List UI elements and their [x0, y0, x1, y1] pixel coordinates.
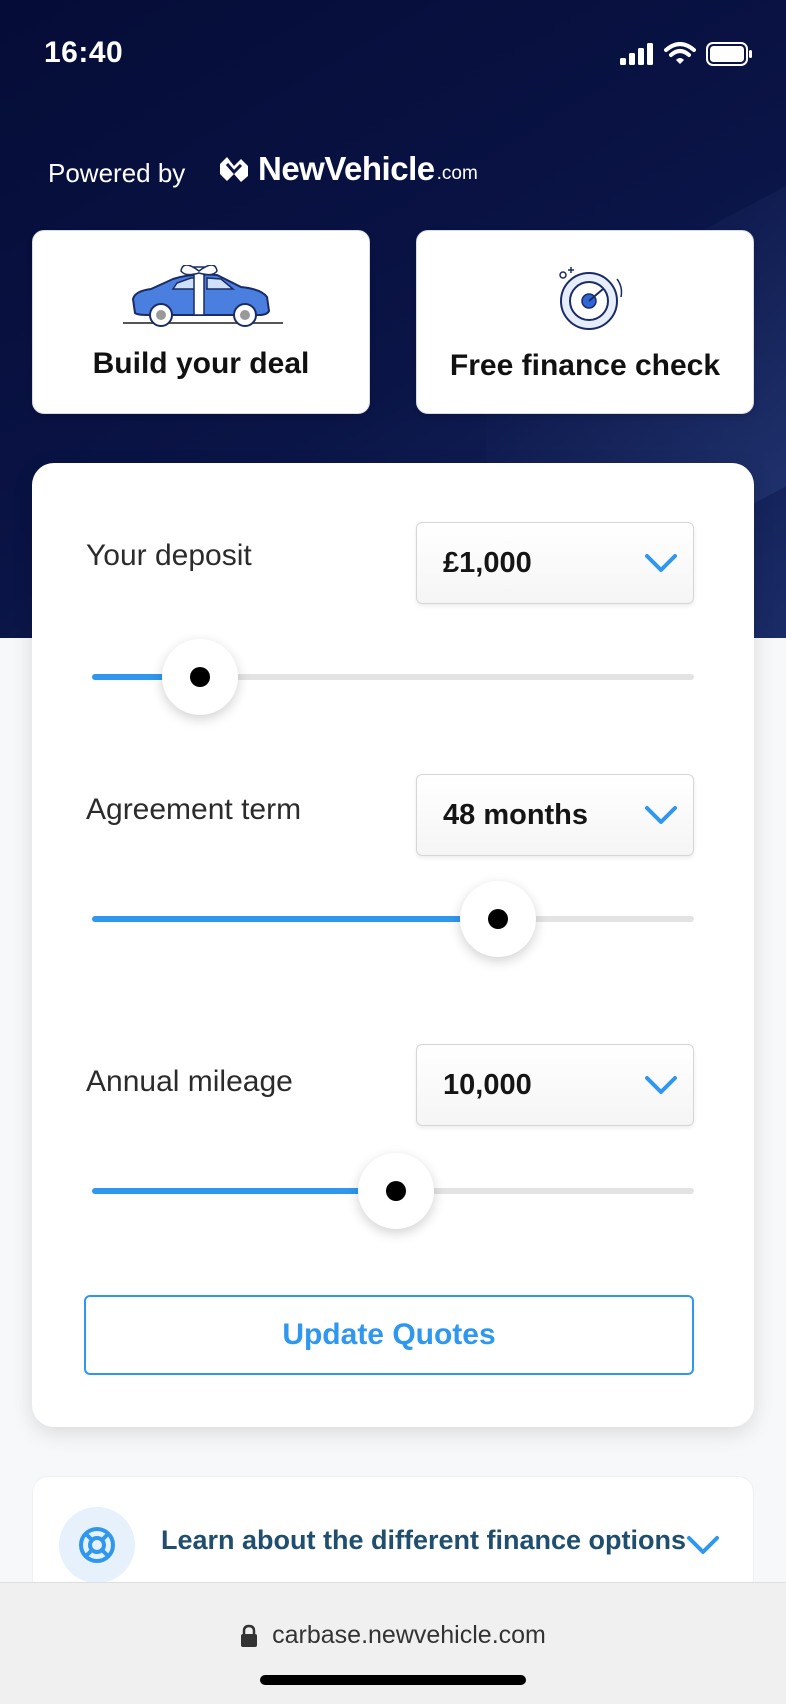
newvehicle-logo-icon [220, 157, 248, 182]
build-your-deal-tile[interactable]: Build your deal [32, 230, 370, 414]
url-text: carbase.newvehicle.com [272, 1621, 546, 1649]
mileage-value: 10,000 [443, 1069, 532, 1101]
term-value: 48 months [443, 799, 589, 831]
browser-address-bar[interactable]: carbase.newvehicle.com [0, 1582, 786, 1704]
slider-thumb-dot [386, 1181, 406, 1201]
cellular-signal-icon [620, 43, 653, 65]
brand-logo[interactable]: NewVehicle .com [218, 150, 478, 188]
lifebuoy-icon [79, 1527, 115, 1563]
mileage-label: Annual mileage [86, 1065, 293, 1098]
term-label: Agreement term [86, 793, 302, 826]
chevron-down-icon [687, 1536, 719, 1554]
credit-check-dial-icon [559, 267, 623, 330]
finance-calculator-card: Your deposit £1,000 Agreement term 48 mo… [32, 463, 754, 1427]
url-wrapper: carbase.newvehicle.com [0, 1621, 786, 1655]
brand-tld: .com [436, 163, 478, 184]
learn-icon-wrap [59, 1507, 135, 1583]
free-finance-check-label: Free finance check [449, 349, 721, 382]
wifi-icon [664, 42, 696, 64]
chevron-down-icon [645, 554, 677, 572]
update-quotes-button[interactable]: Update Quotes [84, 1295, 694, 1375]
learn-finance-options-label: Learn about the different finance option… [161, 1525, 687, 1555]
chevron-down-icon [645, 806, 677, 824]
slider-fill [92, 1188, 396, 1194]
home-indicator[interactable] [260, 1675, 526, 1685]
mileage-slider[interactable] [92, 1151, 694, 1231]
term-slider[interactable] [92, 879, 694, 959]
status-bar: 16:40 [0, 0, 786, 110]
car-with-bow-icon [123, 265, 283, 327]
deposit-label: Your deposit [86, 539, 252, 572]
free-finance-check-tile[interactable]: Free finance check [416, 230, 754, 414]
slider-thumb[interactable] [162, 639, 239, 715]
deposit-value: £1,000 [443, 547, 532, 579]
slider-thumb[interactable] [460, 881, 537, 957]
battery-icon [706, 42, 752, 66]
term-select[interactable]: 48 months [416, 774, 694, 856]
status-icons [620, 42, 752, 66]
powered-by-text: Powered by [48, 158, 186, 188]
chevron-down-icon [645, 1076, 677, 1094]
deposit-slider[interactable] [92, 637, 694, 717]
slider-thumb-dot [488, 909, 509, 929]
mileage-select[interactable]: 10,000 [416, 1044, 694, 1126]
deposit-select[interactable]: £1,000 [416, 522, 694, 604]
slider-thumb-dot [190, 667, 211, 687]
learn-finance-options-accordion[interactable]: Learn about the different finance option… [32, 1476, 754, 1596]
status-time: 16:40 [44, 36, 124, 69]
page: 16:40 Powered by NewVehicle .com Build y… [0, 0, 786, 1704]
lock-icon [241, 1624, 258, 1647]
build-your-deal-label: Build your deal [92, 347, 310, 380]
slider-fill [92, 916, 499, 922]
slider-thumb[interactable] [358, 1153, 434, 1229]
brand-name: NewVehicle [258, 150, 435, 187]
